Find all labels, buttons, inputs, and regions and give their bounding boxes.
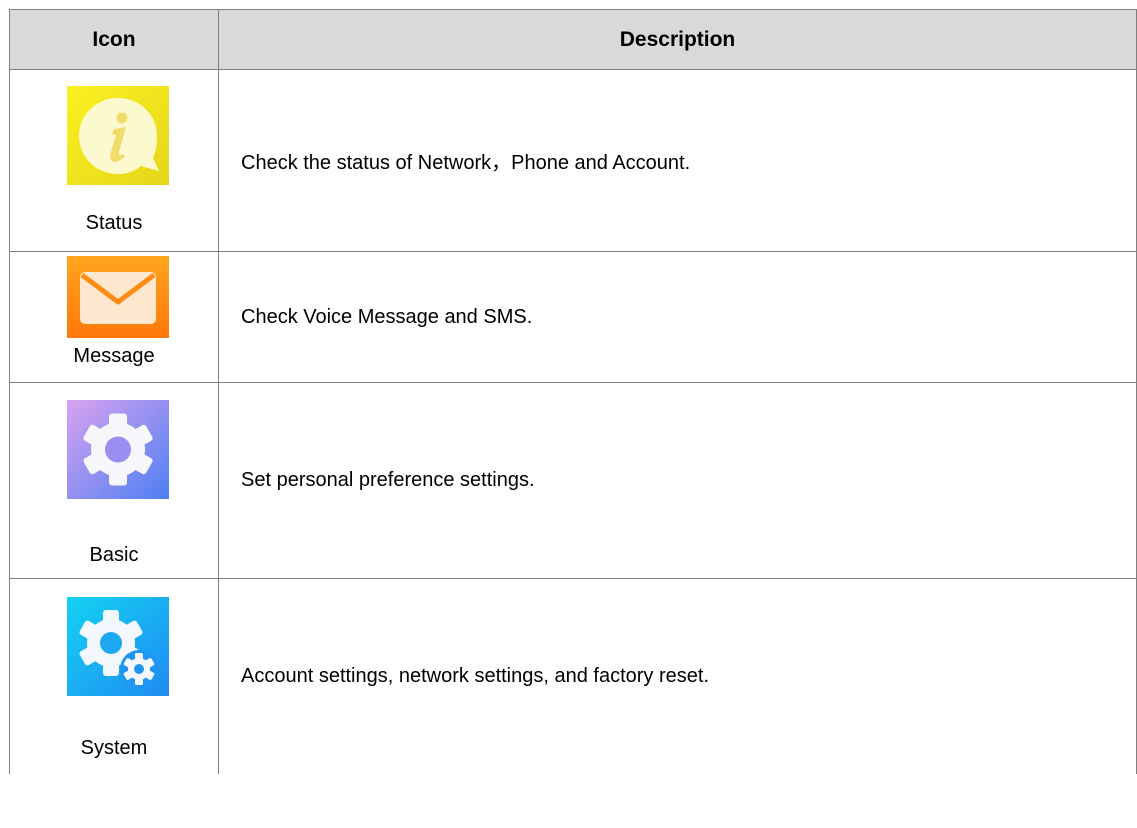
system-gears-icon — [67, 597, 169, 696]
icon-label-message: Message — [73, 345, 155, 367]
description-column-header: Description — [218, 9, 1137, 70]
icon-cell-system: System — [9, 578, 219, 774]
table-row: System Account settings, network setting… — [9, 578, 1137, 774]
icon-cell-status: Status — [9, 69, 219, 252]
status-info-icon — [67, 86, 169, 185]
description-system: Account settings, network settings, and … — [218, 578, 1137, 774]
table-row: Basic Set personal preference settings. — [9, 382, 1137, 579]
table-row: Status Check the status of Network，Phone… — [9, 69, 1137, 252]
icon-description-table: Icon Description Status Check the status… — [9, 9, 1137, 774]
icon-cell-message: Message — [9, 251, 219, 383]
description-message: Check Voice Message and SMS. — [218, 251, 1137, 383]
icon-label-status: Status — [85, 212, 143, 234]
icon-label-system: System — [80, 737, 148, 759]
icon-cell-basic: Basic — [9, 382, 219, 579]
table-row: Message Check Voice Message and SMS. — [9, 251, 1137, 383]
message-envelope-icon — [67, 256, 169, 338]
icon-label-basic: Basic — [89, 544, 139, 566]
table-header-row: Icon Description — [9, 9, 1137, 70]
description-basic: Set personal preference settings. — [218, 382, 1137, 579]
description-status: Check the status of Network，Phone and Ac… — [218, 69, 1137, 252]
icon-column-header: Icon — [9, 9, 219, 70]
basic-gear-icon — [67, 400, 169, 499]
